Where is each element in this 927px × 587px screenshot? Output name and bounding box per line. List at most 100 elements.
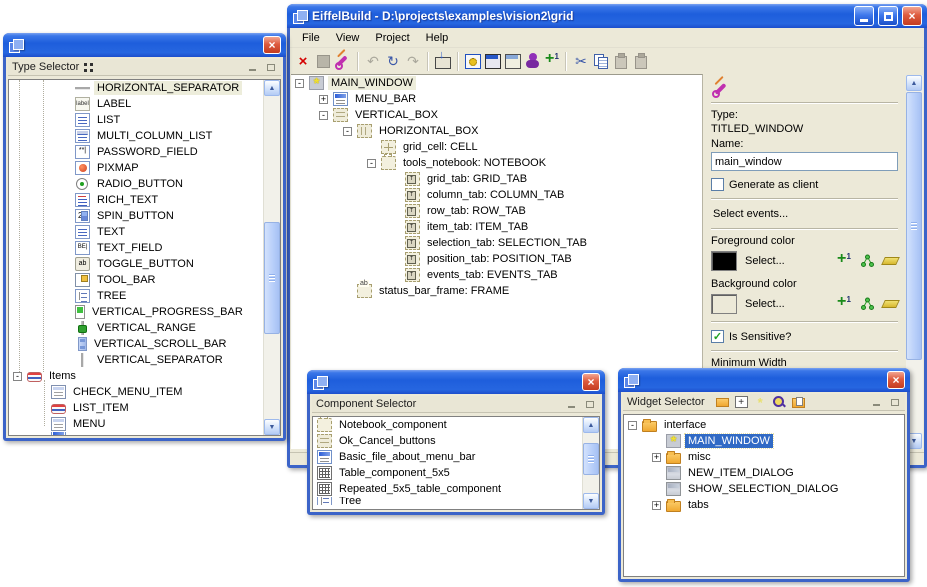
foreground-select-button[interactable]: Select... (745, 255, 785, 267)
tree-row[interactable]: Notebook_component (313, 417, 599, 433)
find-widget-icon[interactable] (773, 396, 786, 408)
tree-row[interactable]: MULTI_COLUMN_LIST (9, 128, 280, 144)
name-input[interactable] (711, 152, 898, 171)
close-button[interactable]: × (902, 6, 922, 26)
scrollbar-thumb[interactable] (906, 92, 922, 360)
close-button[interactable]: × (263, 36, 281, 54)
tree-row[interactable]: grid_cell: CELL (291, 139, 702, 155)
new-widget-icon[interactable]: * (754, 396, 767, 408)
tree-row[interactable]: grid_tab: GRID_TAB (291, 171, 702, 187)
paste-icon[interactable] (612, 52, 630, 70)
tool-maximize-button[interactable] (583, 398, 596, 410)
is-sensitive-checkbox[interactable]: ✓ (711, 330, 724, 343)
scroll-up-button[interactable]: ▲ (264, 80, 280, 96)
cut-icon[interactable]: ✂ (572, 52, 590, 70)
inherit-tree-icon[interactable] (860, 254, 875, 268)
tree-row[interactable] (9, 432, 280, 436)
tree-row[interactable]: +MENU_BAR (291, 91, 702, 107)
tree-row[interactable]: TOGGLE_BUTTON (9, 256, 280, 272)
launch-figure-icon[interactable] (524, 52, 542, 70)
tree-row[interactable]: row_tab: ROW_TAB (291, 203, 702, 219)
inherit-tree-icon[interactable] (860, 297, 875, 311)
menu-help[interactable]: Help (418, 30, 457, 46)
main-window-titlebar[interactable]: EiffelBuild - D:\projects\examples\visio… (287, 4, 927, 28)
type-selector-titlebar[interactable]: × (3, 33, 286, 57)
generate-as-client-checkbox[interactable] (711, 178, 724, 191)
tree-row[interactable]: -tools_notebook: NOTEBOOK (291, 155, 702, 171)
tree-row[interactable]: MENU (9, 416, 280, 432)
menu-view[interactable]: View (328, 30, 368, 46)
tree-row[interactable]: item_tab: ITEM_TAB (291, 219, 702, 235)
set-once-icon[interactable] (836, 296, 852, 312)
tree-row[interactable]: +misc (624, 449, 904, 465)
widget-selector-toolbar-title[interactable]: Widget Selector +* (623, 394, 905, 411)
reset-eraser-icon[interactable] (881, 300, 900, 308)
stop-icon[interactable] (314, 52, 332, 70)
scroll-down-button[interactable]: ▼ (583, 493, 599, 509)
tool-minimize-button[interactable] (246, 61, 259, 73)
close-button[interactable]: × (887, 371, 905, 389)
background-color-swatch[interactable] (711, 294, 737, 314)
plus-expander-icon[interactable]: + (652, 501, 661, 510)
tool-minimize-button[interactable] (565, 398, 578, 410)
copy-icon[interactable] (592, 52, 610, 70)
minimize-button[interactable] (854, 6, 874, 26)
tree-row[interactable]: status_bar_frame: FRAME (291, 283, 702, 299)
component-selector-titlebar[interactable]: × (307, 370, 605, 394)
tree-row[interactable]: LIST_ITEM (9, 400, 280, 416)
minus-expander-icon[interactable]: - (343, 127, 352, 136)
tree-row[interactable]: LABEL (9, 96, 280, 112)
tree-row[interactable]: Basic_file_about_menu_bar (313, 449, 599, 465)
tree-row[interactable]: VERTICAL_PROGRESS_BAR (9, 304, 280, 320)
set-once-icon[interactable] (836, 253, 852, 269)
maximize-button[interactable] (878, 6, 898, 26)
tree-row[interactable]: events_tab: EVENTS_TAB (291, 267, 702, 283)
scrollbar-thumb[interactable] (264, 222, 280, 334)
minus-expander-icon[interactable]: - (295, 79, 304, 88)
tree-row[interactable]: TREE (9, 288, 280, 304)
tree-row[interactable]: VERTICAL_RANGE (9, 320, 280, 336)
menu-project[interactable]: Project (367, 30, 417, 46)
scroll-up-button[interactable]: ▲ (906, 75, 922, 91)
tree-row[interactable]: HORIZONTAL_SEPARATOR (9, 80, 280, 96)
redo-icon[interactable]: ↷ (404, 52, 422, 70)
menu-file[interactable]: File (294, 30, 328, 46)
minus-expander-icon[interactable]: - (13, 372, 22, 381)
scroll-up-button[interactable]: ▲ (583, 417, 599, 433)
tool-maximize-button[interactable] (888, 396, 901, 408)
background-select-button[interactable]: Select... (745, 298, 785, 310)
tree-row[interactable]: TEXT_FIELD (9, 240, 280, 256)
tree-row[interactable]: MAIN_WINDOW (624, 433, 904, 449)
tree-row[interactable]: SHOW_SELECTION_DIALOG (624, 481, 904, 497)
tree-row[interactable]: RADIO_BUTTON (9, 176, 280, 192)
preview-window-2-icon[interactable] (504, 52, 522, 70)
undo-icon[interactable]: ↶ (364, 52, 382, 70)
close-button[interactable]: × (582, 373, 600, 391)
tree-row[interactable]: LIST (9, 112, 280, 128)
tool-maximize-button[interactable] (264, 61, 277, 73)
component-selector-toolbar-title[interactable]: Component Selector (312, 396, 600, 413)
tree-row[interactable]: PIXMAP (9, 160, 280, 176)
delete-icon[interactable]: × (294, 52, 312, 70)
tree-row[interactable]: Table_component_5x5 (313, 465, 599, 481)
tree-row[interactable]: -interface (624, 417, 904, 433)
tree-row[interactable]: VERTICAL_SEPARATOR (9, 352, 280, 368)
tree-row[interactable]: Tree (313, 497, 599, 505)
tree-row[interactable]: TEXT (9, 224, 280, 240)
minus-expander-icon[interactable]: - (628, 421, 637, 430)
tree-row[interactable]: -MAIN_WINDOW (291, 75, 702, 91)
tree-row[interactable]: -HORIZONTAL_BOX (291, 123, 702, 139)
tree-row[interactable]: selection_tab: SELECTION_TAB (291, 235, 702, 251)
tree-row[interactable]: column_tab: COLUMN_TAB (291, 187, 702, 203)
minus-expander-icon[interactable]: - (367, 159, 376, 168)
plus-expander-icon[interactable]: + (319, 95, 328, 104)
tree-row[interactable]: VERTICAL_SCROLL_BAR (9, 336, 280, 352)
tool-minimize-button[interactable] (870, 396, 883, 408)
tree-row[interactable]: PASSWORD_FIELD (9, 144, 280, 160)
tree-row[interactable]: NEW_ITEM_DIALOG (624, 465, 904, 481)
new-folder-icon[interactable] (716, 398, 729, 407)
generate-code-icon[interactable] (434, 52, 452, 70)
settings-window-icon[interactable] (464, 52, 482, 70)
tree-row[interactable]: CHECK_MENU_ITEM (9, 384, 280, 400)
tree-row[interactable]: +tabs (624, 497, 904, 513)
